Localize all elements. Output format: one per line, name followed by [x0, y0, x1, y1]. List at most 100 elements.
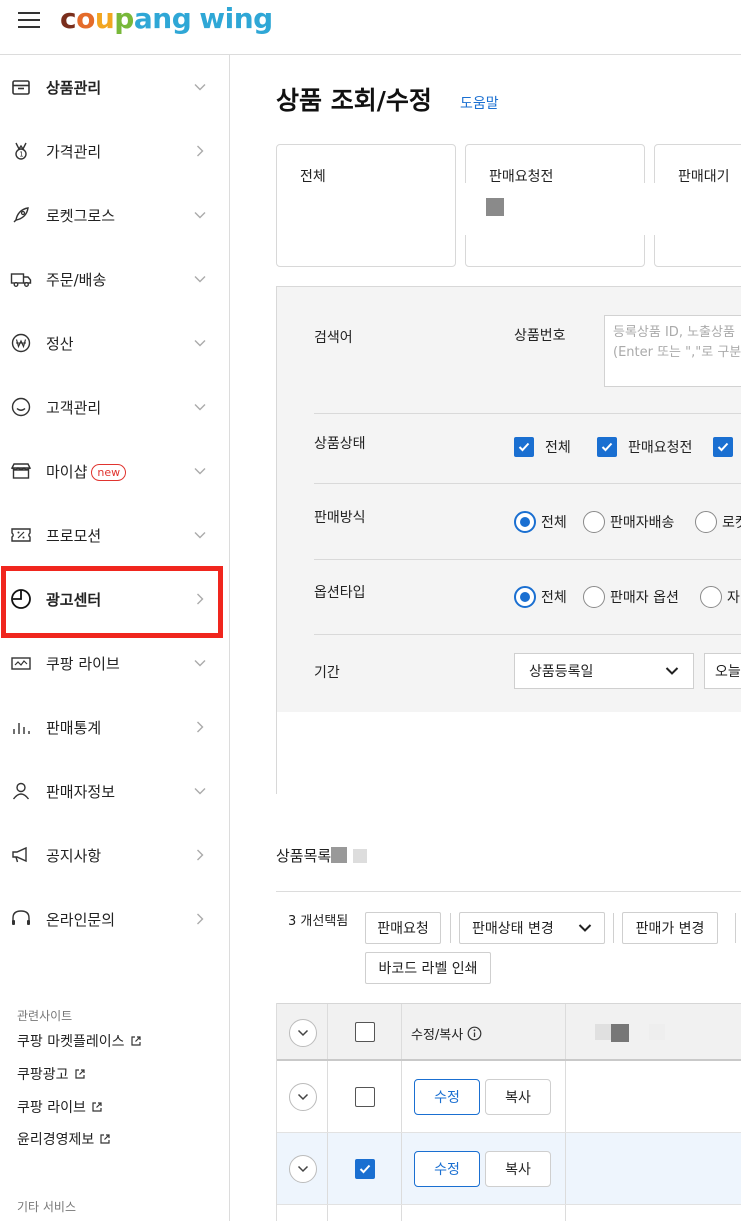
sidebar-item-coupang-live[interactable]: 쿠팡 라이브	[0, 631, 229, 695]
main-content: 상품 조회/수정 도움말 전체 판매요청전 판매대기 검색어 상품번호 등록상품…	[231, 55, 741, 1221]
sidebar-item-sales-stats[interactable]: 판매통계	[0, 695, 229, 759]
divider	[314, 559, 741, 560]
chevron-down-icon	[665, 667, 679, 675]
divider	[314, 634, 741, 635]
status-more-checkbox[interactable]	[713, 437, 741, 457]
related-link-live[interactable]: 쿠팡 라이브	[17, 1097, 103, 1117]
chevron-down-icon	[194, 532, 206, 539]
table-row: 수정 복사	[277, 1061, 741, 1133]
page-title: 상품 조회/수정	[276, 86, 432, 115]
table-row: 수정 복사	[277, 1133, 741, 1205]
stat-card-all[interactable]: 전체	[276, 144, 456, 267]
truck-icon	[10, 268, 32, 290]
table-header: 수정/복사	[277, 1003, 741, 1061]
related-sites-title: 관련사이트	[17, 1009, 73, 1023]
copy-button[interactable]: 복사	[485, 1151, 551, 1187]
edit-button[interactable]: 수정	[414, 1151, 480, 1187]
related-link-ethics[interactable]: 윤리경영제보	[17, 1129, 111, 1149]
sales-method-all-radio[interactable]: 전체	[514, 511, 567, 533]
redacted-block	[611, 1024, 629, 1042]
chevron-down-icon	[297, 1029, 309, 1037]
chevron-down-icon	[194, 84, 206, 91]
external-link-icon	[100, 1134, 110, 1144]
row-checkbox[interactable]	[355, 1087, 375, 1107]
sales-method-rocket-radio[interactable]: 로켓	[695, 511, 741, 533]
product-no-label: 상품번호	[514, 328, 566, 344]
sidebar-item-settlement[interactable]: 정산	[0, 311, 229, 375]
status-all-checkbox[interactable]: 전체	[514, 437, 571, 457]
sidebar-item-notices[interactable]: 공지사항	[0, 823, 229, 887]
status-change-dropdown[interactable]: 판매상태 변경	[459, 912, 605, 944]
select-all-checkbox[interactable]	[355, 1022, 375, 1042]
sidebar-item-customer-management[interactable]: 고객관리	[0, 375, 229, 439]
sidebar-item-my-shop[interactable]: 마이샵 new	[0, 439, 229, 503]
expand-row-button[interactable]	[289, 1155, 317, 1183]
sales-request-button[interactable]: 판매요청	[365, 912, 441, 944]
sidebar-item-price-management[interactable]: 1 가격관리	[0, 119, 229, 183]
megaphone-icon	[10, 844, 32, 866]
chevron-down-icon	[578, 924, 592, 932]
sidebar-item-product-management[interactable]: 상품관리	[0, 55, 229, 119]
col-edit-copy: 수정/복사	[411, 1024, 482, 1043]
expand-row-button[interactable]	[289, 1083, 317, 1111]
sidebar-item-promotion[interactable]: 프로모션	[0, 503, 229, 567]
period-type-select[interactable]: 상품등록일	[514, 653, 694, 689]
sales-method-seller-radio[interactable]: 판매자배송	[583, 511, 674, 533]
selected-count: 3 개선택됨	[288, 914, 349, 929]
headset-icon	[10, 908, 32, 930]
external-link-icon	[130, 1036, 141, 1046]
redacted-block	[649, 1024, 665, 1040]
status-before-request-checkbox[interactable]: 판매요청전	[597, 437, 692, 457]
chevron-down-icon	[194, 276, 206, 283]
sidebar-item-seller-info[interactable]: 판매자정보	[0, 759, 229, 823]
chevron-right-icon	[197, 849, 204, 861]
chevron-down-icon	[194, 660, 206, 667]
expand-all-button[interactable]	[289, 1019, 317, 1047]
related-link-marketplace[interactable]: 쿠팡 마켓플레이스	[17, 1031, 142, 1051]
top-bar: coupang wing	[0, 0, 741, 55]
divider	[450, 913, 451, 943]
option-type-other-radio[interactable]: 자	[700, 586, 740, 608]
chevron-right-icon	[197, 913, 204, 925]
menu-icon[interactable]	[18, 12, 40, 30]
chevron-down-icon	[194, 404, 206, 411]
edit-button[interactable]: 수정	[414, 1079, 480, 1115]
product-table: 수정/복사 수정 복사 수정 복사	[276, 1003, 741, 1221]
medal-icon: 1	[10, 140, 32, 162]
info-icon	[467, 1026, 482, 1041]
sidebar-item-rocket-growth[interactable]: 로켓그로스	[0, 183, 229, 247]
product-list-title: 상품목록	[276, 845, 368, 866]
chevron-right-icon	[197, 145, 204, 157]
divider	[613, 913, 614, 943]
chevron-down-icon	[194, 788, 206, 795]
related-link-ads[interactable]: 쿠팡광고	[17, 1064, 86, 1084]
keyword-label: 검색어	[314, 330, 353, 346]
box-icon	[10, 76, 32, 98]
option-type-seller-radio[interactable]: 판매자 옵션	[583, 586, 679, 608]
new-badge: new	[91, 463, 127, 481]
redacted-block	[486, 198, 504, 216]
table-row	[277, 1205, 741, 1221]
price-change-button[interactable]: 판매가 변경	[622, 912, 718, 944]
divider	[314, 483, 741, 484]
barcode-print-button[interactable]: 바코드 라벨 인쇄	[365, 952, 491, 984]
redacted-block	[595, 1024, 611, 1040]
row-checkbox[interactable]	[355, 1159, 375, 1179]
divider	[735, 913, 736, 943]
logo[interactable]: coupang wing	[60, 2, 273, 35]
sidebar-item-orders-shipping[interactable]: 주문/배송	[0, 247, 229, 311]
chevron-down-icon	[194, 212, 206, 219]
help-link[interactable]: 도움말	[460, 93, 499, 113]
sidebar-item-online-inquiry[interactable]: 온라인문의	[0, 887, 229, 951]
chevron-down-icon	[297, 1093, 309, 1101]
check-icon	[359, 1164, 371, 1174]
sidebar: 상품관리 1 가격관리 로켓그로스 주문/배송 정산 고객관리 마이샵 new 프…	[0, 55, 230, 1221]
external-link-icon	[74, 1069, 85, 1079]
copy-button[interactable]: 복사	[485, 1079, 551, 1115]
product-no-input[interactable]: 등록상품 ID, 노출상품 (Enter 또는 ","로 구분	[604, 315, 741, 387]
period-date-button[interactable]: 오늘	[704, 653, 741, 689]
search-panel-footer	[277, 712, 741, 795]
option-type-all-radio[interactable]: 전체	[514, 586, 567, 608]
redacted-block	[331, 847, 348, 863]
divider	[276, 891, 741, 892]
